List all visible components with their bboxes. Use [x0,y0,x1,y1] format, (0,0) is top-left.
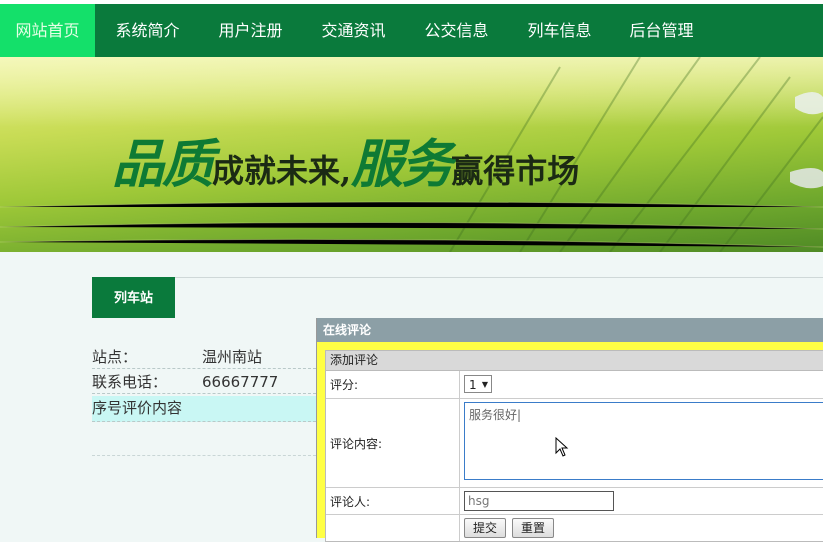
phone-value: 66667777 [202,373,279,391]
chevron-down-icon: ▼ [481,380,488,389]
commenter-label: 评论人: [326,488,460,514]
comment-list-divider [92,455,316,456]
score-select[interactable]: 1 ▼ [464,375,492,393]
nav-item-intro[interactable]: 系统简介 [100,4,195,57]
nav-item-register[interactable]: 用户注册 [203,4,298,57]
submit-button[interactable]: 提交 [464,518,506,538]
score-value: 1 [469,378,477,392]
score-label: 评分: [326,371,460,398]
nav-item-home[interactable]: 网站首页 [0,4,95,57]
nav-item-bus-info[interactable]: 公交信息 [409,4,504,57]
score-row: 评分: 1 ▼ [326,371,823,399]
section-divider [92,277,823,278]
phone-label: 联系电话： [92,373,168,391]
content-label: 评论内容: [326,399,460,487]
comment-form: 添加评论 评分: 1 ▼ 评论内容: 服务很好| 评论人: hsg 提交 重置 [325,350,823,542]
comment-content-textarea[interactable]: 服务很好| [464,402,823,480]
hero-banner: 品质成就未来,服务赢得市场 [0,57,823,252]
top-nav: 网站首页 系统简介 用户注册 交通资讯 公交信息 列车信息 后台管理 [0,0,823,57]
mouse-cursor-icon [555,437,569,457]
tab-train-station[interactable]: 列车站 [92,277,175,318]
nav-item-train-info[interactable]: 列车信息 [512,4,607,57]
reset-button[interactable]: 重置 [512,518,554,538]
actions-row: 提交 重置 [326,515,823,541]
commenter-input[interactable]: hsg [464,491,614,511]
content-row: 评论内容: 服务很好| [326,399,823,488]
slogan-future: 成就未来, [212,152,352,190]
phone-row: 联系电话： 66667777 [92,371,316,394]
comment-list-header: 序号评价内容 [92,396,316,422]
slogan-service: 服务 [351,134,453,195]
nav-item-admin[interactable]: 后台管理 [614,4,709,57]
station-label: 站点： [92,348,138,366]
form-title: 添加评论 [326,351,823,371]
online-comment-dialog: 在线评论 添加评论 评分: 1 ▼ 评论内容: 服务很好| 评论人: hsg 提… [316,318,823,542]
nav-item-traffic-news[interactable]: 交通资讯 [306,4,401,57]
commenter-row: 评论人: hsg [326,488,823,515]
dialog-title: 在线评论 [317,318,823,342]
station-value: 温州南站 [202,348,263,366]
station-row: 站点： 温州南站 [92,346,316,369]
banner-slogan: 品质成就未来,服务赢得市场 [112,122,580,195]
slogan-quality: 品质 [112,134,214,195]
slogan-market: 赢得市场 [451,152,580,190]
